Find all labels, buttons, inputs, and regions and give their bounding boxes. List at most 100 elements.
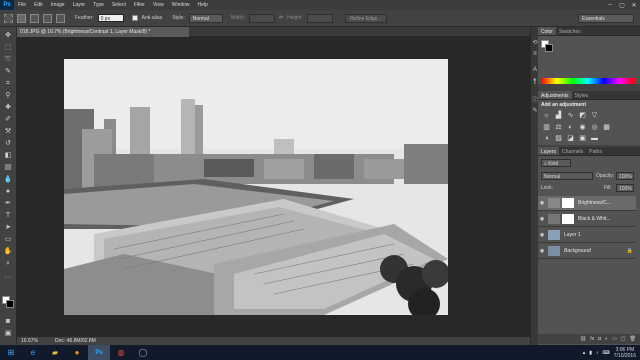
eyedropper-tool-icon[interactable]: ⚲ (2, 91, 14, 101)
background-color-swatch[interactable] (6, 300, 14, 308)
network-icon[interactable]: ▮ (589, 350, 592, 356)
marquee-tool-icon[interactable] (4, 13, 13, 23)
new-group-icon[interactable]: ▭ (612, 336, 617, 342)
quick-mask-icon[interactable]: ◙ (2, 317, 14, 327)
posterize-icon[interactable]: ▨ (554, 135, 563, 143)
layer-row[interactable]: ◉ Background 🔒 (538, 244, 636, 259)
blur-tool-icon[interactable]: 💧 (2, 175, 14, 185)
maximize-button[interactable]: ▢ (616, 2, 628, 9)
tab-styles[interactable]: Styles (572, 91, 592, 99)
channel-mixer-icon[interactable]: ◎ (590, 124, 599, 132)
link-layers-icon[interactable]: ⛓ (580, 336, 586, 342)
eye-icon[interactable]: ◉ (538, 232, 546, 238)
new-adjustment-icon[interactable]: ◐ (605, 336, 608, 342)
eye-icon[interactable]: ◉ (538, 248, 546, 254)
volume-icon[interactable]: ♪ (596, 350, 599, 356)
hue-saturation-icon[interactable]: ▥ (542, 124, 551, 132)
blend-mode-select[interactable]: Normal (541, 172, 593, 180)
delete-layer-icon[interactable]: 🗑 (630, 336, 636, 342)
language-icon[interactable]: ⌨ (603, 350, 610, 356)
path-select-tool-icon[interactable]: ➤ (2, 223, 14, 233)
history-brush-tool-icon[interactable]: ↺ (2, 139, 14, 149)
gradient-map-icon[interactable]: ▬ (590, 135, 599, 143)
color-balance-icon[interactable]: ⚖ (554, 124, 563, 132)
show-hidden-icons-icon[interactable]: ▴ (583, 350, 586, 356)
document-tab[interactable]: 018.JPG @ 16.7% (Brightness/Contrast 1, … (17, 27, 189, 37)
workspace-select[interactable]: Essentials (578, 13, 634, 23)
type-tool-icon[interactable]: T (2, 211, 14, 221)
tab-color[interactable]: Color (538, 27, 556, 35)
layer-row[interactable]: ◉ Brightness/C... (538, 196, 636, 211)
more-tools-icon[interactable]: ··· (2, 273, 14, 283)
feather-input[interactable]: 0 px (97, 14, 124, 22)
refine-edge-button[interactable]: Refine Edge... (344, 13, 387, 23)
new-layer-icon[interactable]: ▢ (621, 336, 626, 342)
tab-paths[interactable]: Paths (586, 147, 605, 155)
opacity-input[interactable]: 100% (616, 172, 634, 180)
firefox-icon[interactable]: ● (66, 345, 88, 360)
menu-file[interactable]: File (14, 2, 30, 8)
menu-edit[interactable]: Edit (30, 2, 47, 8)
gradient-tool-icon[interactable]: ▤ (2, 163, 14, 173)
hand-tool-icon[interactable]: ✋ (2, 247, 14, 257)
subtract-selection-icon[interactable] (43, 13, 52, 23)
width-input[interactable] (248, 13, 275, 23)
curves-icon[interactable]: ∿ (566, 112, 575, 120)
menu-filter[interactable]: Filter (130, 2, 149, 8)
black-white-icon[interactable]: ◐ (566, 124, 575, 132)
chrome-icon[interactable]: ◍ (110, 345, 132, 360)
menu-window[interactable]: Window (168, 2, 194, 8)
swap-icon[interactable]: ⇄ (279, 15, 283, 21)
antialias-checkbox[interactable] (131, 15, 138, 21)
windows-start-icon[interactable]: ⊞ (0, 345, 22, 360)
photoshop-taskbar-icon[interactable]: Ps (88, 345, 110, 360)
screen-mode-icon[interactable]: ▣ (2, 329, 14, 339)
menu-layer[interactable]: Layer (69, 2, 90, 8)
add-selection-icon[interactable] (30, 13, 39, 23)
levels-icon[interactable]: ▟ (554, 112, 563, 120)
invert-icon[interactable]: ◑ (542, 135, 551, 143)
crop-tool-icon[interactable]: ⌗ (2, 79, 14, 89)
photo-filter-icon[interactable]: ◉ (578, 124, 587, 132)
background-color-chip[interactable] (545, 44, 553, 52)
minimize-button[interactable]: – (604, 2, 616, 9)
selective-color-icon[interactable]: ▣ (578, 135, 587, 143)
canvas-area[interactable] (17, 37, 530, 336)
new-selection-icon[interactable] (17, 13, 26, 23)
healing-brush-tool-icon[interactable]: ✚ (2, 103, 14, 113)
layer-row[interactable]: ◉ Layer 1 (538, 228, 636, 243)
clock[interactable]: 3:06 PM 7/10/2016 (614, 347, 636, 359)
fill-input[interactable]: 100% (616, 184, 634, 192)
filter-kind-select[interactable]: ⌕ Kind (541, 159, 571, 167)
threshold-icon[interactable]: ◪ (566, 135, 575, 143)
tab-channels[interactable]: Channels (559, 147, 586, 155)
brush-tool-icon[interactable]: ✐ (2, 115, 14, 125)
quick-select-tool-icon[interactable]: ✎ (2, 67, 14, 77)
menu-select[interactable]: Select (108, 2, 130, 8)
brightness-contrast-icon[interactable]: ☼ (542, 112, 551, 120)
zoom-level[interactable]: 16.67% (21, 338, 38, 344)
tab-layers[interactable]: Layers (538, 147, 560, 155)
eye-icon[interactable]: ◉ (538, 216, 546, 222)
style-select[interactable]: Normal (188, 13, 223, 23)
tab-swatches[interactable]: Swatches (556, 27, 584, 35)
menu-image[interactable]: Image (47, 2, 69, 8)
color-spectrum[interactable] (541, 78, 635, 84)
menu-view[interactable]: View (149, 2, 168, 8)
eraser-tool-icon[interactable]: ◧ (2, 151, 14, 161)
exposure-icon[interactable]: ◩ (578, 112, 587, 120)
lasso-tool-icon[interactable]: ➰ (2, 55, 14, 65)
zoom-tool-icon[interactable]: ⌕ (2, 259, 14, 269)
intersect-selection-icon[interactable] (56, 13, 65, 23)
menu-help[interactable]: Help (194, 2, 212, 8)
layer-style-icon[interactable]: fx (590, 336, 594, 342)
height-input[interactable] (306, 13, 333, 23)
menu-type[interactable]: Type (89, 2, 108, 8)
layer-row[interactable]: ◉ Black & Whit... (538, 212, 636, 227)
dodge-tool-icon[interactable]: ● (2, 187, 14, 197)
mask-thumb[interactable] (562, 214, 574, 224)
mask-thumb[interactable] (562, 198, 574, 208)
shape-tool-icon[interactable]: ▭ (2, 235, 14, 245)
pen-tool-icon[interactable]: ✒ (2, 199, 14, 209)
add-mask-icon[interactable]: ◘ (598, 336, 601, 342)
